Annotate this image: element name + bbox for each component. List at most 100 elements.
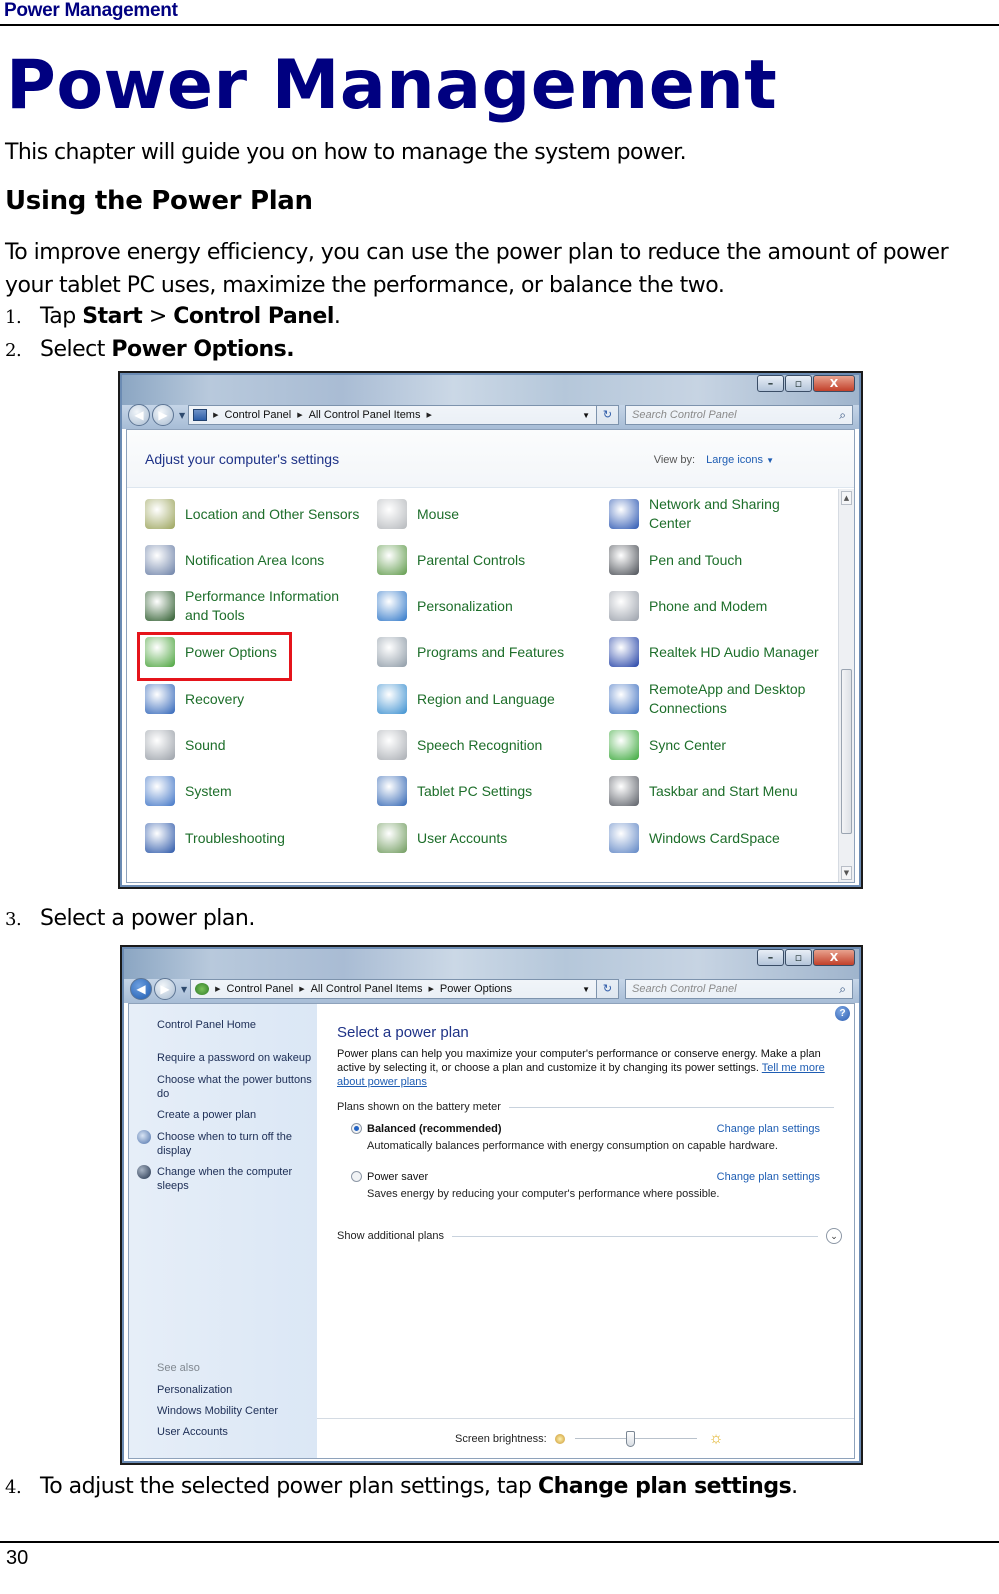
breadcrumb-separator-icon[interactable]: ▶ xyxy=(297,411,302,419)
slider-track[interactable] xyxy=(574,1437,697,1440)
view-by-control[interactable]: View by: Large icons ▼ xyxy=(654,454,774,466)
control-panel-item[interactable]: RemoteApp and Desktop Connections xyxy=(609,679,824,719)
breadcrumb-separator-icon[interactable]: ▶ xyxy=(299,985,304,993)
see-also-user-accounts[interactable]: User Accounts xyxy=(157,1425,312,1439)
radio-unselected-icon[interactable] xyxy=(351,1171,362,1182)
forward-button[interactable]: ▶ xyxy=(154,978,176,1000)
control-panel-item-label[interactable]: User Accounts xyxy=(417,829,507,848)
control-panel-item-label[interactable]: RemoteApp and Desktop Connections xyxy=(649,680,824,718)
control-panel-item-label[interactable]: Programs and Features xyxy=(417,643,564,662)
control-panel-item-label[interactable]: Troubleshooting xyxy=(185,829,285,848)
control-panel-item[interactable]: System xyxy=(145,771,232,811)
control-panel-item-label[interactable]: Sync Center xyxy=(649,736,726,755)
control-panel-item[interactable]: Troubleshooting xyxy=(145,818,285,858)
breadcrumb-separator-icon[interactable]: ▶ xyxy=(426,411,431,419)
show-additional-plans[interactable]: Show additional plans ⌄ xyxy=(337,1228,842,1244)
control-panel-item[interactable]: Network and Sharing Center xyxy=(609,494,824,534)
forward-button[interactable]: ▶ xyxy=(152,404,174,426)
scrollbar-thumb[interactable] xyxy=(841,669,852,834)
control-panel-item[interactable]: Windows CardSpace xyxy=(609,818,780,858)
plan-name[interactable]: Power saver xyxy=(367,1171,428,1183)
control-panel-item[interactable]: Sync Center xyxy=(609,725,726,765)
recent-pages-dropdown-icon[interactable]: ▼ xyxy=(181,985,187,994)
control-panel-item[interactable]: Personalization xyxy=(377,586,513,626)
help-icon[interactable]: ? xyxy=(835,1006,850,1021)
control-panel-item-label[interactable]: Realtek HD Audio Manager xyxy=(649,643,819,662)
slider-thumb[interactable] xyxy=(625,1430,635,1447)
minimize-button[interactable]: – xyxy=(757,949,784,966)
breadcrumb-separator-icon[interactable]: ▶ xyxy=(215,985,220,993)
control-panel-item[interactable]: Recovery xyxy=(145,679,244,719)
recent-pages-dropdown-icon[interactable]: ▼ xyxy=(179,411,185,420)
show-additional-plans-label[interactable]: Show additional plans xyxy=(337,1230,444,1242)
maximize-button[interactable]: ▫ xyxy=(785,949,812,966)
see-also-personalization[interactable]: Personalization xyxy=(157,1383,312,1397)
view-by-value[interactable]: Large icons xyxy=(706,454,763,466)
control-panel-item[interactable]: Realtek HD Audio Manager xyxy=(609,632,819,672)
breadcrumb-control-panel[interactable]: Control Panel xyxy=(225,409,292,421)
control-panel-item-label[interactable]: Tablet PC Settings xyxy=(417,782,532,801)
control-panel-item-label[interactable]: Taskbar and Start Menu xyxy=(649,782,798,801)
nav-turn-off-display[interactable]: Choose when to turn off the display xyxy=(157,1130,312,1158)
address-bar[interactable]: ▶ Control Panel ▶ All Control Panel Item… xyxy=(188,405,597,425)
address-dropdown-icon[interactable]: ▼ xyxy=(582,985,590,994)
plan-power-saver-option[interactable]: Power saver xyxy=(351,1171,428,1183)
control-panel-item-label[interactable]: Network and Sharing Center xyxy=(649,495,824,533)
breadcrumb-power-options[interactable]: Power Options xyxy=(440,983,512,995)
control-panel-item-label[interactable]: Phone and Modem xyxy=(649,597,767,616)
control-panel-item[interactable]: Sound xyxy=(145,725,225,765)
scroll-up-button[interactable]: ▲ xyxy=(841,491,852,505)
change-plan-settings-link[interactable]: Change plan settings xyxy=(717,1123,820,1135)
control-panel-item-label[interactable]: Notification Area Icons xyxy=(185,551,324,570)
change-plan-settings-link[interactable]: Change plan settings xyxy=(717,1171,820,1183)
control-panel-item[interactable]: Parental Controls xyxy=(377,540,525,580)
control-panel-item-label[interactable]: Performance Information and Tools xyxy=(185,587,360,625)
refresh-button[interactable]: ↻ xyxy=(597,979,619,999)
control-panel-item[interactable]: Speech Recognition xyxy=(377,725,542,765)
control-panel-item-label[interactable]: Parental Controls xyxy=(417,551,525,570)
back-button[interactable]: ◀ xyxy=(130,978,152,1000)
nav-require-password[interactable]: Require a password on wakeup xyxy=(157,1051,312,1065)
minimize-button[interactable]: – xyxy=(757,375,784,392)
breadcrumb-all-items[interactable]: All Control Panel Items xyxy=(309,409,421,421)
radio-selected-icon[interactable] xyxy=(351,1123,362,1134)
control-panel-item[interactable]: Phone and Modem xyxy=(609,586,767,626)
see-also-mobility-center[interactable]: Windows Mobility Center xyxy=(157,1404,312,1418)
breadcrumb-separator-icon[interactable]: ▶ xyxy=(428,985,433,993)
close-button[interactable]: X xyxy=(813,949,855,966)
search-input[interactable]: Search Control Panel ⌕ xyxy=(625,405,853,425)
control-panel-item-label[interactable]: Mouse xyxy=(417,505,459,524)
nav-computer-sleeps[interactable]: Change when the computer sleeps xyxy=(157,1165,312,1193)
back-button[interactable]: ◀ xyxy=(128,404,150,426)
control-panel-item[interactable]: Tablet PC Settings xyxy=(377,771,532,811)
control-panel-item-label[interactable]: Speech Recognition xyxy=(417,736,542,755)
control-panel-item-label[interactable]: Sound xyxy=(185,736,225,755)
control-panel-item-label[interactable]: Personalization xyxy=(417,597,513,616)
scroll-down-button[interactable]: ▼ xyxy=(841,866,852,880)
breadcrumb-control-panel[interactable]: Control Panel xyxy=(227,983,294,995)
control-panel-item[interactable]: Mouse xyxy=(377,494,459,534)
plan-balanced-option[interactable]: Balanced (recommended) xyxy=(351,1123,501,1135)
control-panel-item-label[interactable]: System xyxy=(185,782,232,801)
plan-name[interactable]: Balanced (recommended) xyxy=(367,1123,501,1135)
control-panel-item[interactable]: Programs and Features xyxy=(377,632,564,672)
nav-control-panel-home[interactable]: Control Panel Home xyxy=(157,1018,312,1032)
control-panel-item[interactable]: User Accounts xyxy=(377,818,507,858)
control-panel-item-label[interactable]: Region and Language xyxy=(417,690,555,709)
search-icon[interactable]: ⌕ xyxy=(839,982,846,997)
expand-chevron-icon[interactable]: ⌄ xyxy=(826,1228,842,1244)
control-panel-item-label[interactable]: Pen and Touch xyxy=(649,551,742,570)
maximize-button[interactable]: ▫ xyxy=(785,375,812,392)
nav-create-plan[interactable]: Create a power plan xyxy=(157,1108,312,1122)
address-dropdown-icon[interactable]: ▼ xyxy=(582,411,590,420)
control-panel-item[interactable]: Location and Other Sensors xyxy=(145,494,359,534)
chevron-down-icon[interactable]: ▼ xyxy=(766,456,774,465)
nav-power-buttons[interactable]: Choose what the power buttons do xyxy=(157,1073,312,1101)
control-panel-item-label[interactable]: Windows CardSpace xyxy=(649,829,780,848)
control-panel-item[interactable]: Pen and Touch xyxy=(609,540,742,580)
control-panel-item-label[interactable]: Location and Other Sensors xyxy=(185,505,359,524)
control-panel-item[interactable]: Notification Area Icons xyxy=(145,540,324,580)
search-input[interactable]: Search Control Panel ⌕ xyxy=(625,979,853,999)
search-icon[interactable]: ⌕ xyxy=(839,408,846,423)
breadcrumb-separator-icon[interactable]: ▶ xyxy=(213,411,218,419)
